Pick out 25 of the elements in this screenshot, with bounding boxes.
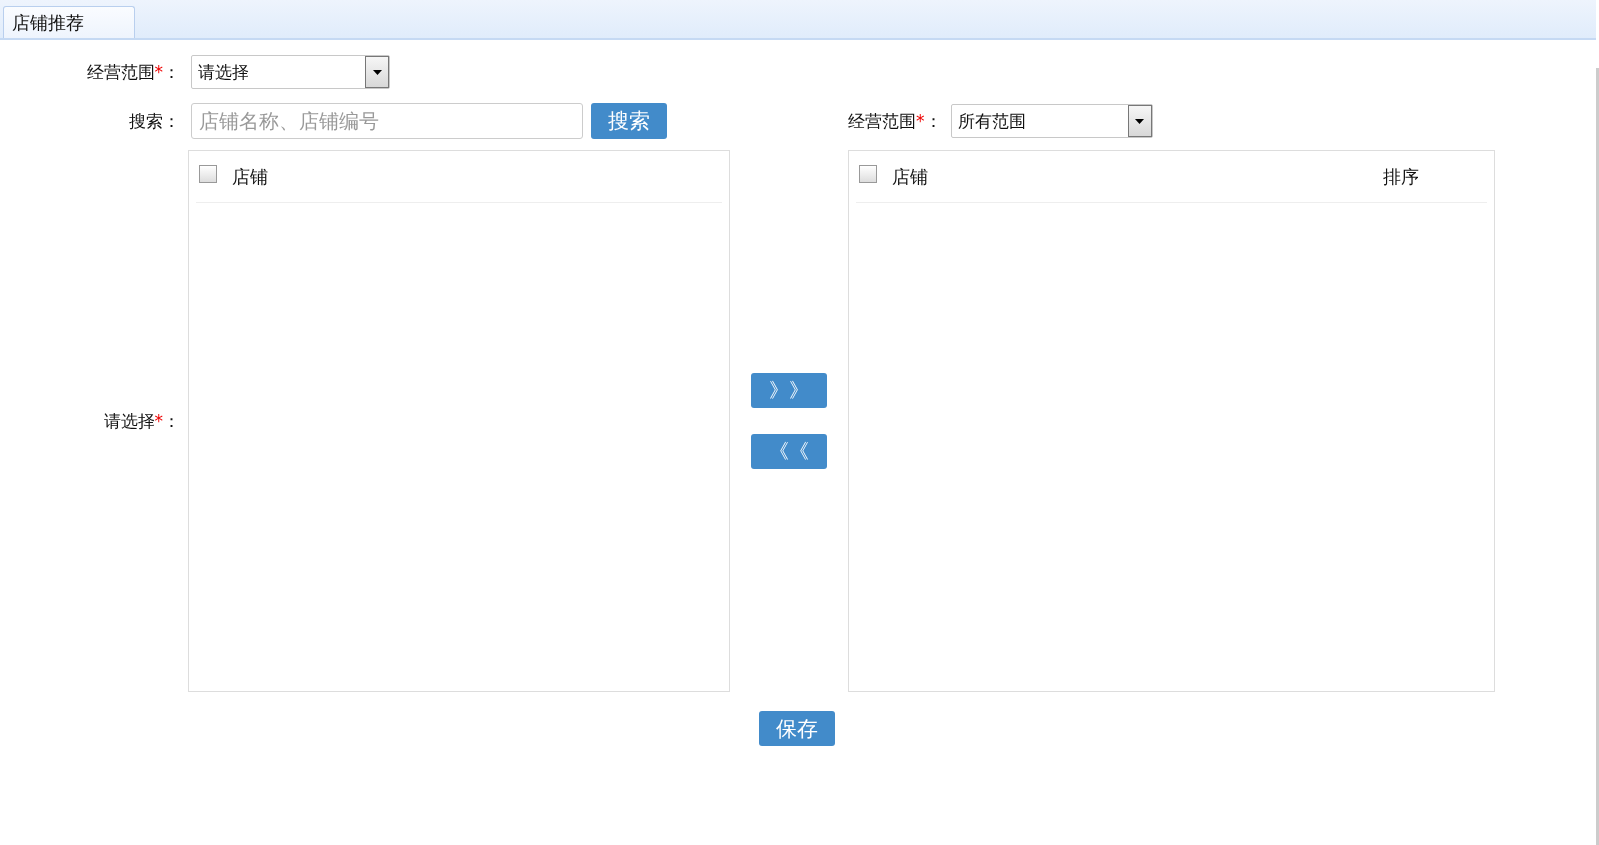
scope-select[interactable]: 所有范围 xyxy=(950,104,1153,138)
field-label: 请选择 xyxy=(103,410,155,431)
column-header: 排序 xyxy=(1383,164,1419,189)
colon: ： xyxy=(163,110,180,131)
search-button[interactable]: 搜索 xyxy=(591,103,667,139)
search-field[interactable]: 店铺名称、店铺编号 xyxy=(191,103,583,139)
colon: ： xyxy=(163,61,180,82)
scope-select[interactable]: 请选择 xyxy=(191,55,390,89)
move-left-button[interactable]: 《《 xyxy=(751,434,827,469)
required-mark: * xyxy=(154,61,163,82)
column-header: 店铺 xyxy=(232,164,269,189)
field-label: 经营范围 xyxy=(848,110,916,131)
select-all-checkbox[interactable] xyxy=(199,164,217,183)
colon: ： xyxy=(924,110,942,131)
move-right-button[interactable]: 》》 xyxy=(751,373,827,408)
scrollbar[interactable] xyxy=(1596,68,1599,845)
field-label: 经营范围 xyxy=(86,61,155,82)
select-all-checkbox[interactable] xyxy=(859,164,877,183)
save-button[interactable]: 保存 xyxy=(759,711,835,746)
tab[interactable]: 店铺推荐 xyxy=(3,6,135,38)
required-mark: * xyxy=(916,110,925,131)
field-label: 搜索 xyxy=(129,110,163,131)
column-header: 店铺 xyxy=(892,164,929,189)
colon: ： xyxy=(163,410,180,431)
required-mark: * xyxy=(154,410,163,431)
